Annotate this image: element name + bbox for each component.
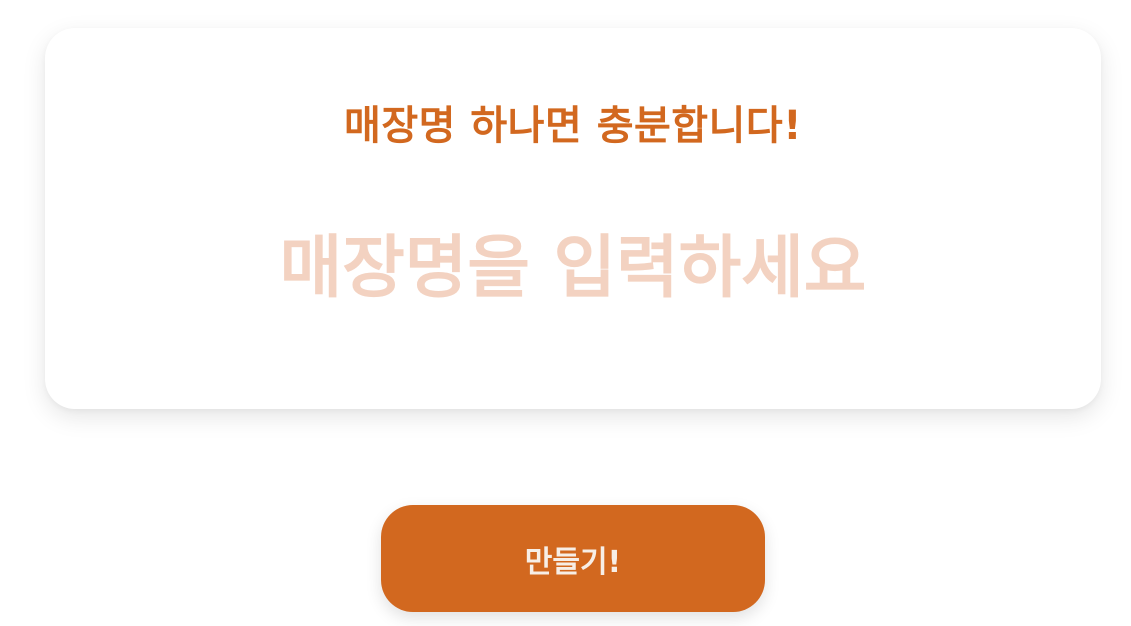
- page-title: 매장명 하나면 충분합니다!: [344, 103, 802, 149]
- store-name-input[interactable]: [85, 218, 1061, 318]
- make-button[interactable]: 만들기!: [381, 505, 765, 612]
- page: 매장명 하나면 충분합니다! 만들기!: [0, 0, 1131, 626]
- store-name-card: 매장명 하나면 충분합니다!: [45, 28, 1101, 409]
